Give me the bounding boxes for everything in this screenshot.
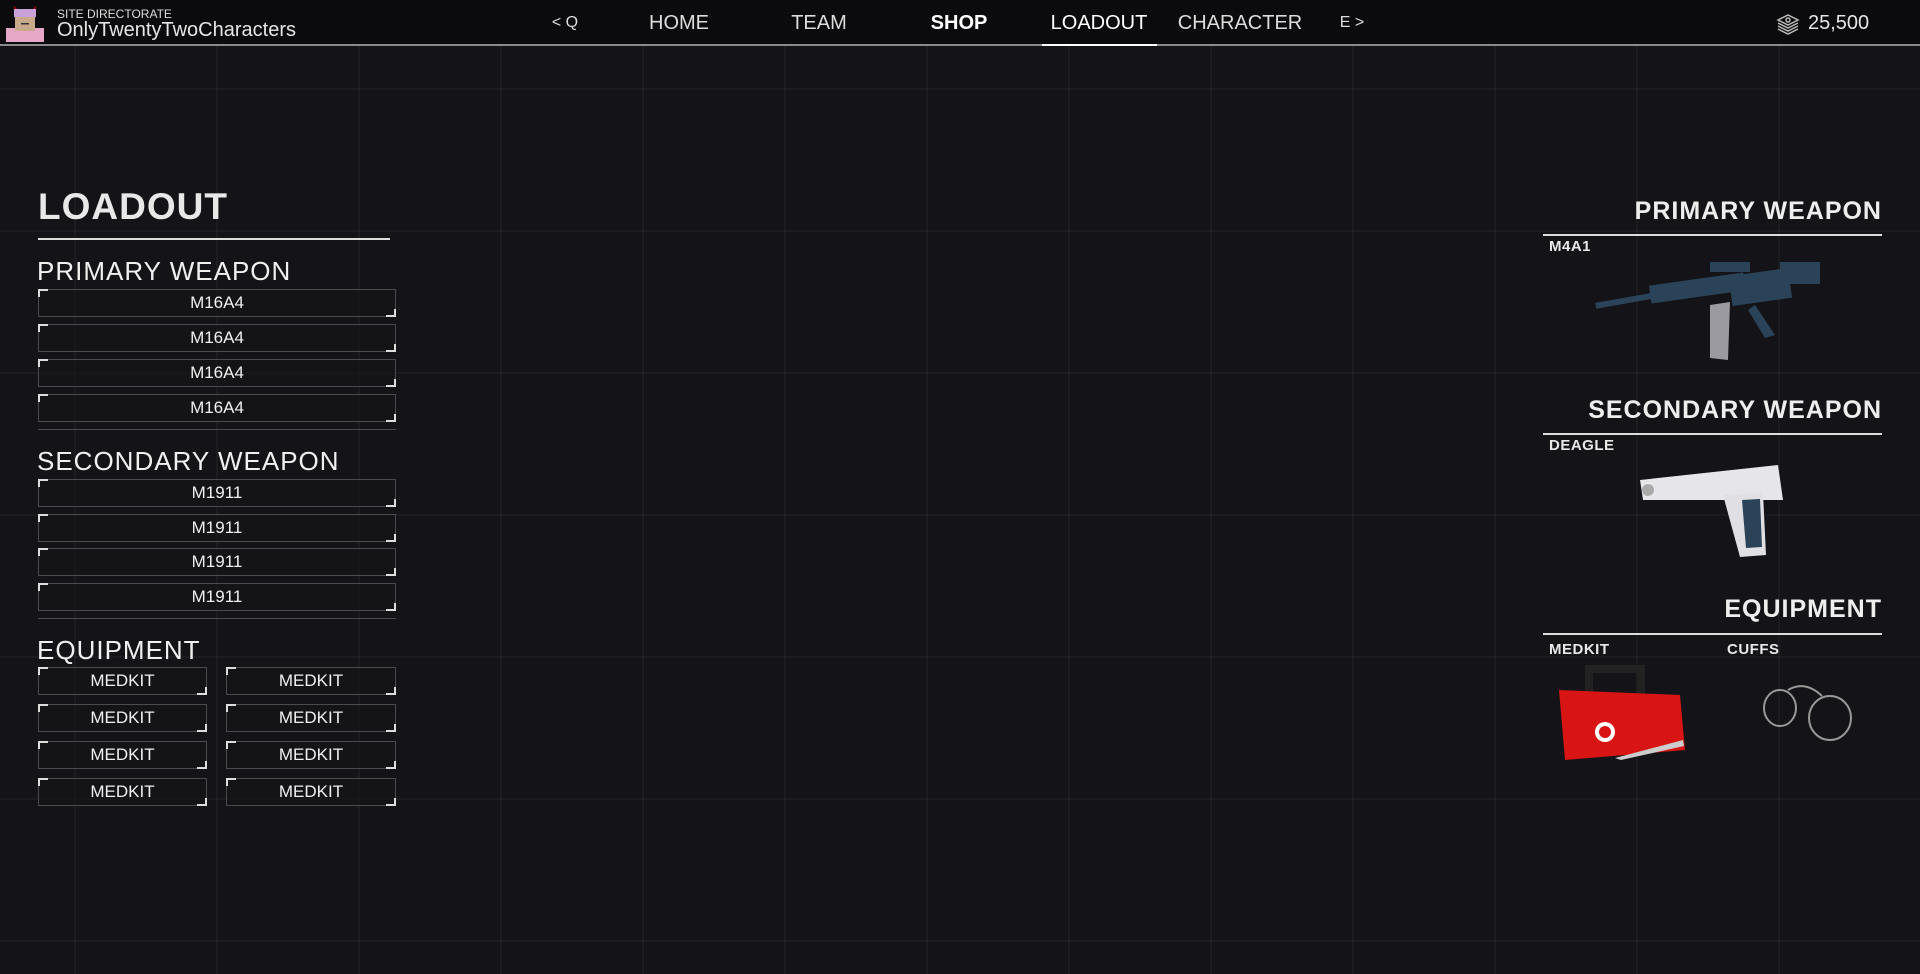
equipment-option[interactable]: MEDKIT: [226, 704, 396, 732]
equipment-option[interactable]: MEDKIT: [38, 667, 207, 695]
nav-character[interactable]: CHARACTER: [1178, 12, 1302, 35]
medkit-icon: [1559, 665, 1685, 760]
primary-option[interactable]: M16A4: [38, 289, 396, 317]
selected-primary-name: M4A1: [1549, 238, 1592, 255]
pistol-icon: [1640, 465, 1783, 557]
primary-option[interactable]: M16A4: [38, 394, 396, 422]
selected-equipment-1: MEDKIT: [1549, 641, 1610, 658]
primary-option[interactable]: M16A4: [38, 359, 396, 387]
selected-secondary-name: DEAGLE: [1549, 437, 1615, 454]
equipment-option[interactable]: MEDKIT: [226, 778, 396, 806]
nav-shop[interactable]: SHOP: [931, 12, 988, 35]
selected-equipment-2: CUFFS: [1727, 641, 1780, 658]
selected-secondary-heading: SECONDARY WEAPON: [1588, 396, 1882, 424]
nav-loadout[interactable]: LOADOUT: [1051, 12, 1148, 35]
cash-stack-icon: [1776, 14, 1800, 35]
top-nav-bar: SITE DIRECTORATE OnlyTwentyTwoCharacters…: [0, 0, 1920, 46]
loadout-title: LOADOUT: [38, 186, 228, 227]
secondary-option[interactable]: M1911: [38, 479, 396, 507]
active-tab-indicator: [1042, 44, 1157, 46]
equipment-option[interactable]: MEDKIT: [226, 741, 396, 769]
primary-option[interactable]: M16A4: [38, 324, 396, 352]
divider: [1543, 234, 1882, 236]
divider: [1543, 633, 1882, 635]
selected-equipment-heading: EQUIPMENT: [1724, 595, 1882, 623]
equipment-option[interactable]: MEDKIT: [38, 741, 207, 769]
nav-next-e[interactable]: E >: [1340, 14, 1364, 32]
selected-primary-heading: PRIMARY WEAPON: [1634, 197, 1882, 225]
currency-amount: 25,500: [1808, 12, 1870, 34]
secondary-heading: SECONDARY WEAPON: [37, 446, 340, 476]
secondary-option[interactable]: M1911: [38, 583, 396, 611]
equipment-heading: EQUIPMENT: [37, 635, 201, 665]
secondary-option[interactable]: M1911: [38, 548, 396, 576]
handcuffs-icon: [1763, 685, 1852, 741]
primary-heading: PRIMARY WEAPON: [37, 256, 292, 286]
divider: [1543, 433, 1882, 435]
username: OnlyTwentyTwoCharacters: [57, 19, 296, 41]
avatar: [6, 6, 44, 42]
nav-home[interactable]: HOME: [649, 12, 709, 35]
secondary-list-scroll-edge: [38, 618, 396, 621]
nav-team[interactable]: TEAM: [791, 12, 847, 35]
equipment-option[interactable]: MEDKIT: [38, 778, 207, 806]
primary-list-scroll-edge: [38, 429, 396, 432]
nav-prev-q[interactable]: < Q: [552, 14, 578, 32]
equipment-option[interactable]: MEDKIT: [226, 667, 396, 695]
secondary-option[interactable]: M1911: [38, 514, 396, 542]
rifle-icon: [1595, 262, 1820, 360]
equipment-option[interactable]: MEDKIT: [38, 704, 207, 732]
divider: [38, 238, 390, 240]
